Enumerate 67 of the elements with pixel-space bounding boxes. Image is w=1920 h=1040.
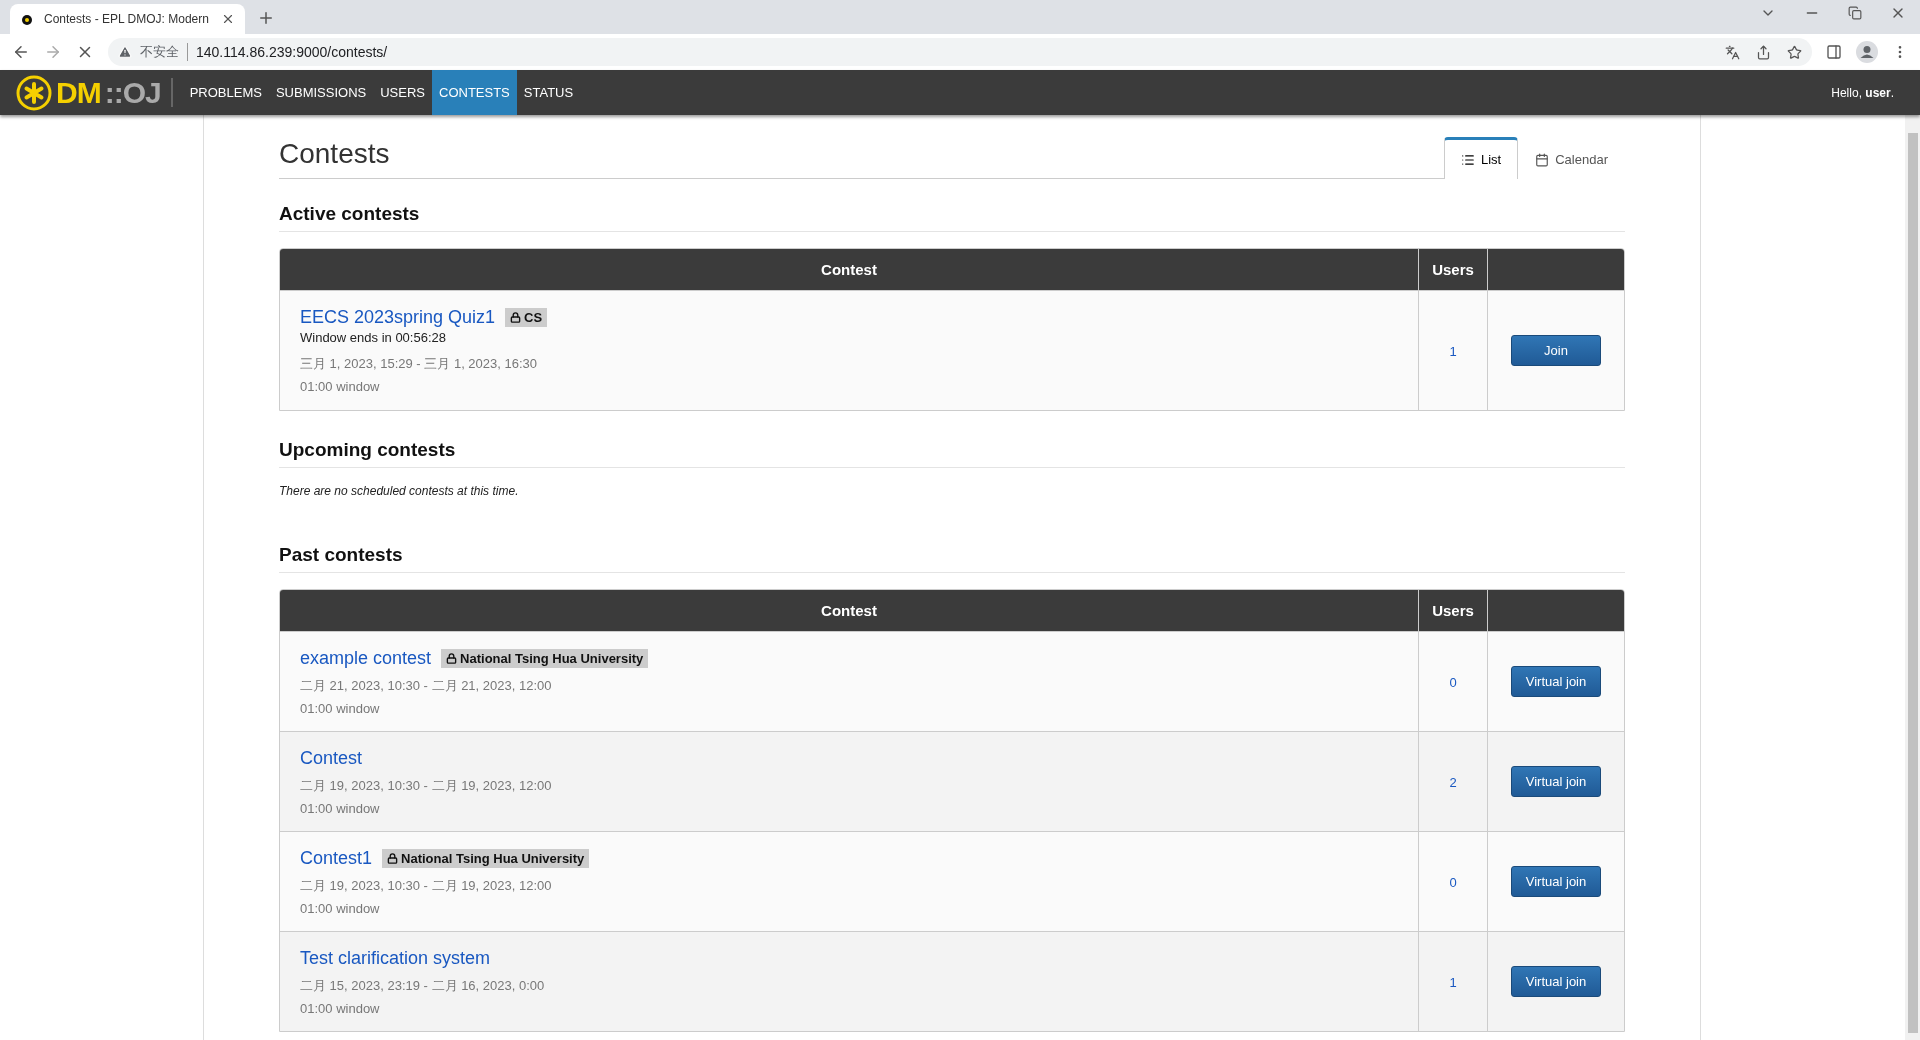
section-heading: Active contests xyxy=(279,203,1625,232)
tab-title: Contests - EPL DMOJ: Modern xyxy=(44,12,210,26)
join-button[interactable]: Virtual join xyxy=(1511,966,1601,997)
address-bar[interactable]: 不安全 140.114.86.239:9000/contests/ xyxy=(108,38,1812,66)
new-tab-icon[interactable] xyxy=(257,9,275,27)
contest-tag: National Tsing Hua University xyxy=(382,848,590,868)
security-label: 不安全 xyxy=(140,43,188,61)
join-button[interactable]: Virtual join xyxy=(1511,766,1601,797)
column-header: Contest xyxy=(280,249,1418,290)
window-length: 01:00 window xyxy=(300,379,381,394)
browser-tab[interactable]: Contests - EPL DMOJ: Modern xyxy=(10,4,245,34)
back-icon[interactable] xyxy=(12,43,30,61)
share-icon[interactable] xyxy=(1756,44,1771,60)
contest-time: 二月 19, 2023, 10:30 - 二月 19, 2023, 12:00 xyxy=(300,876,553,895)
user-count[interactable]: 0 xyxy=(1449,874,1457,890)
star-icon[interactable] xyxy=(1787,44,1802,60)
profile-icon[interactable] xyxy=(1856,41,1878,63)
page-title: Contests xyxy=(279,138,391,170)
countdown-text: Window ends in 00:56:28 xyxy=(300,330,447,345)
nav-item[interactable]: STATUS xyxy=(516,70,581,115)
lock-icon xyxy=(510,312,522,323)
scrollbar[interactable] xyxy=(1905,115,1920,1040)
join-button[interactable]: Join xyxy=(1511,335,1601,366)
lock-icon xyxy=(387,852,399,864)
contest-link[interactable]: EECS 2023spring Quiz1 xyxy=(300,307,496,328)
contest-time: 二月 19, 2023, 10:30 - 二月 19, 2023, 12:00 xyxy=(300,776,553,795)
user-count[interactable]: 1 xyxy=(1449,343,1457,359)
close-icon[interactable] xyxy=(221,12,235,26)
contest-tag: CS xyxy=(505,308,548,327)
calendar-icon xyxy=(1535,152,1550,167)
contest-link[interactable]: Contest1 xyxy=(300,847,373,869)
nav-item[interactable]: PROBLEMS xyxy=(182,70,269,115)
column-header: Users xyxy=(1418,590,1487,631)
contest-link[interactable]: Test clarification system xyxy=(300,947,491,969)
section-heading: Upcoming contests xyxy=(279,439,1625,468)
lock-icon xyxy=(446,652,458,664)
nav-item[interactable]: USERS xyxy=(373,70,432,115)
greeting: Hello, user. xyxy=(1831,85,1895,100)
contest-time: 三月 1, 2023, 15:29 - 三月 1, 2023, 16:30 xyxy=(300,355,539,373)
column-header: Users xyxy=(1418,249,1487,290)
user-count[interactable]: 0 xyxy=(1449,674,1457,690)
list-icon xyxy=(1461,152,1475,167)
window-length: 01:00 window xyxy=(300,800,381,816)
user-count[interactable]: 2 xyxy=(1449,774,1457,790)
contest-time: 二月 21, 2023, 10:30 - 二月 21, 2023, 12:00 xyxy=(300,676,553,695)
section-heading: Past contests xyxy=(279,544,1625,573)
nav-item[interactable]: SUBMISSIONS xyxy=(268,70,374,115)
warning-icon xyxy=(118,45,132,59)
window-length: 01:00 window xyxy=(300,1000,381,1016)
window-length: 01:00 window xyxy=(300,700,381,716)
contest-link[interactable]: example contest xyxy=(300,647,432,669)
user-count[interactable]: 1 xyxy=(1449,974,1457,990)
window-length: 01:00 window xyxy=(300,900,381,916)
contest-link[interactable]: Contest xyxy=(300,747,363,769)
favicon-icon xyxy=(20,12,34,26)
translate-icon[interactable] xyxy=(1725,44,1740,60)
join-button[interactable]: Virtual join xyxy=(1511,666,1601,697)
contest-tag: National Tsing Hua University xyxy=(441,648,649,668)
side-panel-icon[interactable] xyxy=(1826,44,1842,60)
empty-message: There are no scheduled contests at this time. xyxy=(279,484,520,498)
view-tab[interactable]: List xyxy=(1444,137,1519,179)
join-button[interactable]: Virtual join xyxy=(1511,866,1601,897)
url-text: 140.114.86.239:9000/contests/ xyxy=(196,44,388,60)
nav-item[interactable]: CONTESTS xyxy=(432,70,517,115)
column-header: Contest xyxy=(280,590,1418,631)
restore-icon[interactable] xyxy=(1848,5,1862,21)
contest-time: 二月 15, 2023, 23:19 - 二月 16, 2023, 0:00 xyxy=(300,976,546,995)
